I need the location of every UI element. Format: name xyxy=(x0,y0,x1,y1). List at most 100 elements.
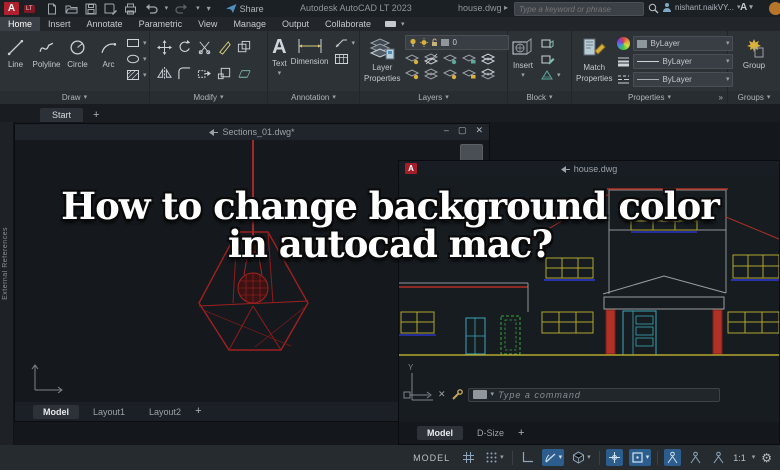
undo-dropdown-icon[interactable]: ▾ xyxy=(165,5,169,12)
annotation-scale-icon[interactable] xyxy=(710,449,727,466)
block-panel-footer[interactable]: Block ▾ xyxy=(508,91,571,104)
object-snap-tracking-toggle[interactable] xyxy=(605,449,623,466)
create-block-tool[interactable] xyxy=(540,37,555,49)
rotate-tool[interactable] xyxy=(177,39,192,55)
layout-tab-layout2[interactable]: Layout2 xyxy=(139,405,191,419)
color-wheel-icon[interactable] xyxy=(617,37,631,50)
layer-thaw-tool[interactable] xyxy=(443,68,458,80)
ortho-mode-toggle[interactable] xyxy=(519,449,536,466)
offset-tool[interactable] xyxy=(237,66,252,81)
mirror-tool[interactable] xyxy=(156,66,172,81)
text-tool[interactable]: A Text ▾ xyxy=(272,33,287,91)
properties-panel-footer[interactable]: Properties ▾ » xyxy=(572,91,727,104)
ribbon-tab-collaborate[interactable]: Collaborate xyxy=(317,17,379,31)
group-button[interactable]: Group xyxy=(743,33,765,91)
layer-selector[interactable]: 0 xyxy=(405,35,510,50)
layers-panel-footer[interactable]: Layers ▾ xyxy=(360,91,507,104)
groups-panel-footer[interactable]: Groups ▾ xyxy=(728,91,780,104)
trim-tool[interactable] xyxy=(197,40,212,55)
sections-title-bar[interactable]: Sections_01.dwg* – ▢ ✕ xyxy=(15,124,489,140)
polyline-tool[interactable]: Polyline xyxy=(31,33,62,91)
house-tab-model[interactable]: Model xyxy=(417,426,463,440)
move-tool[interactable] xyxy=(156,39,172,55)
open-folder-icon[interactable] xyxy=(65,3,78,15)
customize-wrench-icon[interactable] xyxy=(451,388,463,401)
object-snap-toggle[interactable]: ▾ xyxy=(628,449,652,466)
palette-strip[interactable]: External References xyxy=(0,122,14,445)
circle-tool[interactable]: Circle xyxy=(62,33,93,91)
fillet-tool[interactable] xyxy=(177,66,192,81)
search-icon[interactable] xyxy=(648,3,659,14)
help-search[interactable] xyxy=(514,2,644,16)
leader-tool[interactable]: ▾ xyxy=(334,37,355,49)
autodesk-dropdown-icon[interactable]: ▾ xyxy=(749,4,753,11)
redo-icon[interactable] xyxy=(175,3,189,14)
grid-display-toggle[interactable] xyxy=(460,449,477,466)
command-tool-icon[interactable] xyxy=(472,390,487,399)
close-button[interactable]: ✕ xyxy=(475,125,483,136)
arc-tool[interactable]: Arc xyxy=(93,33,124,91)
block-attributes-tool[interactable] xyxy=(540,69,555,81)
match-properties-button[interactable]: Match Properties xyxy=(576,33,612,91)
rectangle-tool[interactable]: ▾ xyxy=(126,37,147,49)
isometric-drafting-toggle[interactable]: ▾ xyxy=(570,449,593,466)
properties-expand-icon[interactable]: » xyxy=(719,93,723,102)
customization-gear-icon[interactable]: ⚙ xyxy=(761,451,772,465)
layer-state-tool[interactable] xyxy=(481,68,496,80)
stretch-tool[interactable] xyxy=(197,66,212,81)
new-drawing-button[interactable]: + xyxy=(93,109,99,122)
linetype-selector[interactable]: ByLayer ▾ xyxy=(633,72,734,87)
osnap-dropdown-icon[interactable]: ▾ xyxy=(646,454,650,461)
layer-isolate-tool[interactable] xyxy=(424,53,439,65)
polar-dropdown-icon[interactable]: ▾ xyxy=(559,454,563,461)
table-tool[interactable] xyxy=(334,53,355,65)
layer-prev-tool[interactable] xyxy=(405,68,420,80)
notification-badge[interactable] xyxy=(769,2,780,15)
search-input[interactable] xyxy=(515,3,643,15)
layer-unlock-tool[interactable] xyxy=(462,68,477,80)
copy-tool[interactable] xyxy=(237,40,252,55)
ribbon-tab-annotate[interactable]: Annotate xyxy=(79,17,131,31)
autodesk-account-button[interactable]: A ▾ xyxy=(740,2,753,13)
ribbon-tab-parametric[interactable]: Parametric xyxy=(131,17,191,31)
edit-block-tool[interactable] xyxy=(540,53,555,65)
ribbon-tab-view[interactable]: View xyxy=(190,17,225,31)
qat-customize-icon[interactable]: ▾ xyxy=(207,4,211,13)
scrollbar-thumb[interactable] xyxy=(460,144,483,161)
modify-panel-footer[interactable]: Modify ▾ xyxy=(150,91,267,104)
restore-button[interactable]: ▢ xyxy=(458,125,467,136)
erase-tool[interactable] xyxy=(217,40,232,55)
minimize-button[interactable]: – xyxy=(444,125,449,136)
hatch-tool[interactable]: ▾ xyxy=(126,69,147,81)
lineweight-selector[interactable]: ByLayer ▾ xyxy=(633,54,734,69)
annotation-visibility-toggle[interactable] xyxy=(664,449,682,466)
redo-dropdown-icon[interactable]: ▾ xyxy=(196,5,200,12)
ellipse-tool[interactable]: ▾ xyxy=(126,53,147,65)
command-line[interactable]: ▾ Type a command xyxy=(467,387,720,402)
line-tool[interactable]: Line xyxy=(0,33,31,91)
rectangle-dropdown-icon[interactable]: ▾ xyxy=(143,40,147,47)
dimension-tool[interactable]: Dimension xyxy=(291,33,328,91)
share-button[interactable]: Share xyxy=(225,3,264,14)
ribbon-tab-output[interactable]: Output xyxy=(274,17,317,31)
annotation-panel-footer[interactable]: Annotation ▾ xyxy=(268,91,359,104)
object-color-selector[interactable]: ByLayer ▾ xyxy=(633,36,734,51)
house-new-layout-button[interactable]: + xyxy=(518,427,524,440)
text-dropdown-icon[interactable]: ▾ xyxy=(278,70,282,77)
app-menu-button[interactable]: A xyxy=(4,2,19,15)
ellipse-dropdown-icon[interactable]: ▾ xyxy=(143,56,147,63)
layer-properties-button[interactable]: Layer Properties xyxy=(364,33,400,91)
draw-panel-footer[interactable]: Draw ▾ xyxy=(0,91,149,104)
new-file-icon[interactable] xyxy=(46,3,58,15)
snap-mode-toggle[interactable]: ▾ xyxy=(483,449,506,466)
hatch-dropdown-icon[interactable]: ▾ xyxy=(143,72,147,79)
ribbon-tab-manage[interactable]: Manage xyxy=(225,17,274,31)
iso-dropdown-icon[interactable]: ▾ xyxy=(587,454,591,461)
layer-lock-tool[interactable] xyxy=(462,53,477,65)
ribbon-display-toggle[interactable]: ▾ xyxy=(385,17,405,31)
snap-dropdown-icon[interactable]: ▾ xyxy=(500,454,504,461)
layout-tab-model[interactable]: Model xyxy=(33,404,79,419)
layer-walk-tool[interactable] xyxy=(424,68,439,80)
ribbon-toggle-dropdown-icon[interactable]: ▾ xyxy=(401,21,405,28)
layer-freeze-tool[interactable] xyxy=(443,53,458,65)
